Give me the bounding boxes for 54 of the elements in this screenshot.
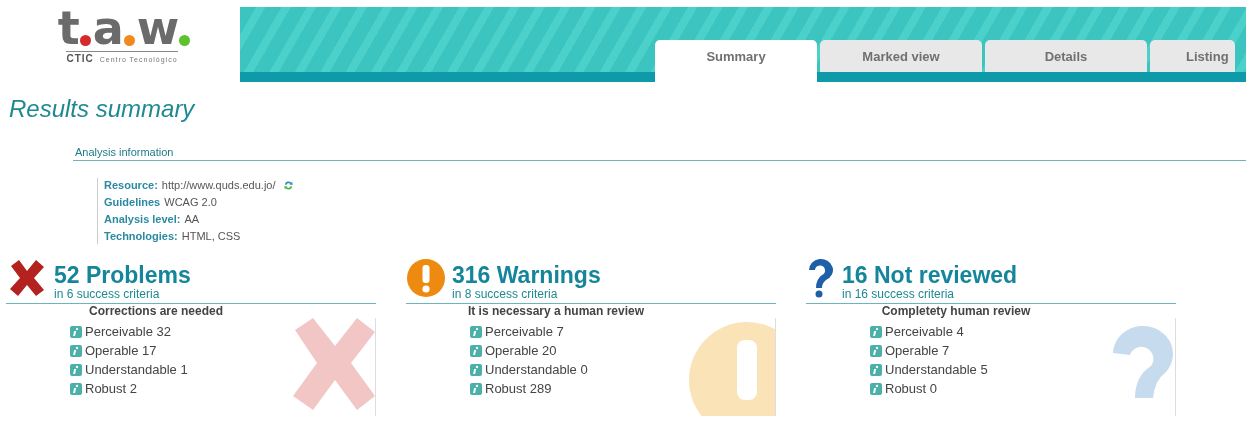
info-icon xyxy=(70,364,82,376)
tab[interactable]: Listing xyxy=(1150,40,1235,72)
tab[interactable]: Marked view xyxy=(820,40,982,72)
tab[interactable]: Summary xyxy=(655,40,817,82)
field-value: AA xyxy=(184,212,200,227)
refresh-icon[interactable] xyxy=(282,180,294,191)
field-value: http://www.quds.edu.jo/ xyxy=(161,178,276,193)
category-count: Understandable 5 xyxy=(885,362,988,378)
info-icon xyxy=(470,364,482,376)
category-count: Understandable 0 xyxy=(485,362,588,378)
criteria-count: in 8 success criteria xyxy=(452,288,558,301)
logo-letter: t xyxy=(57,5,78,51)
info-icon xyxy=(470,345,482,357)
info-icon xyxy=(870,383,882,395)
category-count: Robust 2 xyxy=(85,381,138,397)
info-icon xyxy=(70,326,82,338)
field-label: Guidelines xyxy=(104,195,161,210)
category-count: Robust 289 xyxy=(485,381,552,397)
panel-heading: Corrections are needed xyxy=(87,304,224,318)
category-count: Perceivable 4 xyxy=(885,324,964,340)
question-icon xyxy=(806,258,836,298)
field-label: Technologies: xyxy=(104,229,178,244)
info-icon xyxy=(870,326,882,338)
category-count: Robust 0 xyxy=(885,381,938,397)
criteria-count: in 16 success criteria xyxy=(842,288,956,301)
field-label: Resource: xyxy=(104,178,158,193)
category-count: Understandable 1 xyxy=(85,362,188,378)
field-value: WCAG 2.0 xyxy=(164,195,217,210)
logo-org: CTIC xyxy=(66,53,94,64)
info-icon xyxy=(70,383,82,395)
info-icon xyxy=(70,345,82,357)
info-icon xyxy=(870,364,882,376)
field-value: HTML, CSS xyxy=(181,229,241,244)
section-heading: Analysis information xyxy=(73,146,1246,161)
page-title: Results summary xyxy=(9,94,197,124)
panel-heading: It is necessary a human review xyxy=(466,304,646,318)
category-count: Perceivable 32 xyxy=(85,324,171,340)
category-count: Perceivable 7 xyxy=(485,324,564,340)
category-count: Operable 7 xyxy=(885,343,950,359)
result-count: 52 Problems xyxy=(54,262,191,288)
result-count: 316 Warnings xyxy=(452,262,601,288)
logo-letter: w xyxy=(136,5,178,51)
logo-letter: a xyxy=(92,5,122,51)
info-icon xyxy=(470,383,482,395)
info-icon xyxy=(870,345,882,357)
field-label: Analysis level: xyxy=(104,212,181,227)
criteria-count: in 6 success criteria xyxy=(54,288,161,301)
category-count: Operable 17 xyxy=(85,343,157,359)
result-count: 16 Not reviewed xyxy=(842,262,1018,288)
category-count: Operable 20 xyxy=(485,343,557,359)
info-icon xyxy=(470,326,482,338)
panel-heading: Completety human review xyxy=(880,304,1032,318)
tab[interactable]: Details xyxy=(985,40,1147,72)
exclamation-icon xyxy=(406,258,446,298)
